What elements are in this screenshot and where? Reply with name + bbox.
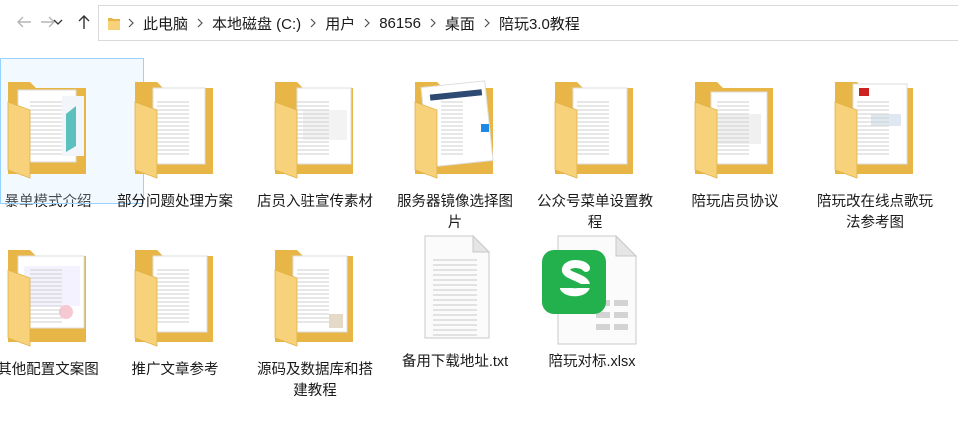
chevron-right-icon[interactable] bbox=[357, 18, 377, 28]
item-label: 源码及数据库和搭建教程 bbox=[257, 362, 373, 399]
breadcrumb-item[interactable]: 86156 bbox=[377, 15, 423, 32]
spreadsheet-icon bbox=[540, 234, 644, 352]
breadcrumb-item[interactable]: 用户 bbox=[323, 13, 357, 34]
chevron-down-icon bbox=[53, 19, 63, 25]
recent-locations-button[interactable] bbox=[50, 10, 66, 34]
folder-item[interactable]: 其他配置文案图 bbox=[0, 242, 118, 381]
folder-item[interactable]: 暴单模式介绍 bbox=[0, 58, 144, 213]
folder-icon bbox=[831, 74, 919, 192]
item-label: 陪玩改在线点歌玩法参考图 bbox=[817, 194, 933, 231]
item-label: 部分问题处理方案 bbox=[117, 194, 233, 210]
chevron-right-icon[interactable] bbox=[121, 18, 141, 28]
file-item[interactable]: 备用下载地址.txt bbox=[385, 234, 525, 373]
chevron-right-icon[interactable] bbox=[190, 18, 210, 28]
item-label: 陪玩对标.xlsx bbox=[548, 354, 636, 370]
folder-icon bbox=[411, 74, 499, 192]
folder-icon bbox=[271, 242, 359, 360]
folder-item[interactable]: 推广文章参考 bbox=[105, 242, 245, 381]
folder-item[interactable]: 服务器镜像选择图片 bbox=[385, 74, 525, 234]
folder-icon bbox=[4, 242, 92, 360]
chevron-right-icon[interactable] bbox=[303, 18, 323, 28]
folder-item[interactable]: 店员入驻宣传素材 bbox=[245, 74, 385, 213]
item-label: 服务器镜像选择图片 bbox=[397, 194, 513, 231]
item-label: 公众号菜单设置教程 bbox=[537, 194, 653, 231]
folder-icon bbox=[4, 74, 92, 192]
address-bar[interactable]: 此电脑 本地磁盘 (C:) 用户 86156 桌面 陪玩3.0教程 bbox=[98, 5, 958, 41]
chevron-right-icon[interactable] bbox=[477, 18, 497, 28]
arrow-left-icon bbox=[17, 16, 31, 28]
breadcrumb-item[interactable]: 桌面 bbox=[443, 13, 477, 34]
folder-icon bbox=[271, 74, 359, 192]
breadcrumb-item[interactable]: 本地磁盘 (C:) bbox=[210, 13, 303, 34]
folder-item[interactable]: 陪玩店员协议 bbox=[665, 74, 805, 213]
folder-icon bbox=[131, 242, 219, 360]
folder-item[interactable]: 源码及数据库和搭建教程 bbox=[245, 242, 385, 402]
folder-icon bbox=[108, 18, 120, 30]
navigation-bar: 此电脑 本地磁盘 (C:) 用户 86156 桌面 陪玩3.0教程 bbox=[0, 0, 958, 46]
item-label: 其他配置文案图 bbox=[0, 362, 99, 378]
folder-icon bbox=[691, 74, 779, 192]
item-label: 店员入驻宣传素材 bbox=[257, 194, 373, 210]
folder-icon bbox=[551, 74, 639, 192]
folder-icon bbox=[131, 74, 219, 192]
folder-item[interactable]: 陪玩改在线点歌玩法参考图 bbox=[805, 74, 945, 234]
item-label: 推广文章参考 bbox=[131, 362, 219, 378]
breadcrumb-item-current[interactable]: 陪玩3.0教程 bbox=[497, 13, 582, 34]
up-button[interactable] bbox=[72, 10, 96, 34]
arrow-up-icon bbox=[78, 15, 90, 29]
item-label: 陪玩店员协议 bbox=[691, 194, 779, 210]
breadcrumb-item[interactable]: 此电脑 bbox=[141, 13, 190, 34]
item-label: 备用下载地址.txt bbox=[401, 354, 509, 370]
folder-item[interactable]: 公众号菜单设置教程 bbox=[525, 74, 665, 234]
text-file-icon bbox=[411, 234, 499, 352]
chevron-right-icon[interactable] bbox=[423, 18, 443, 28]
file-item[interactable]: 陪玩对标.xlsx bbox=[522, 234, 662, 373]
folder-item[interactable]: 部分问题处理方案 bbox=[105, 74, 245, 213]
back-button[interactable] bbox=[12, 10, 36, 34]
